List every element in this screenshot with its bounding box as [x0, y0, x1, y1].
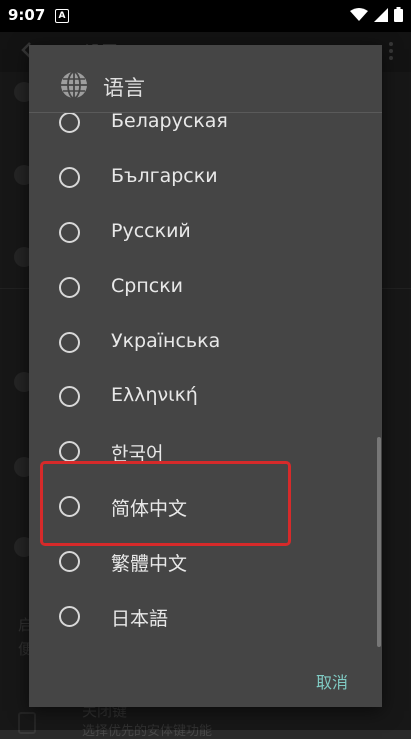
language-option[interactable]: Українська [29, 325, 382, 380]
language-option[interactable]: 繁體中文 [29, 544, 382, 599]
radio-button[interactable] [59, 167, 80, 188]
radio-button[interactable] [59, 551, 80, 572]
language-label: 日本語 [111, 608, 169, 630]
radio-button[interactable] [59, 222, 80, 243]
language-label: Български [111, 165, 218, 187]
language-option[interactable]: 日本語 [29, 599, 382, 653]
language-label: Српски [111, 275, 184, 297]
language-label: Русский [111, 220, 191, 242]
radio-button[interactable] [59, 277, 80, 298]
language-option[interactable]: Српски [29, 270, 382, 325]
dialog-title: 语言 [103, 76, 145, 100]
dialog-header: 语言 [29, 45, 382, 111]
language-label: Українська [111, 330, 221, 352]
language-label: 繁體中文 [111, 553, 188, 575]
language-dialog: 语言 Беларуская Български Русский Српски У… [29, 45, 382, 707]
cancel-button[interactable]: 取消 [316, 669, 348, 693]
notification-icon: A [55, 9, 69, 23]
language-option[interactable]: Беларуская [29, 113, 382, 160]
battery-icon [394, 7, 403, 22]
language-option[interactable]: Български [29, 160, 382, 215]
scrollbar[interactable] [377, 437, 381, 647]
language-option[interactable]: Ελληνική [29, 379, 382, 434]
status-time: 9:07 [8, 6, 46, 24]
radio-button[interactable] [59, 332, 80, 353]
language-option[interactable]: Русский [29, 215, 382, 270]
annotation-highlight-box [40, 461, 291, 546]
radio-button[interactable] [59, 113, 80, 133]
language-list[interactable]: Беларуская Български Русский Српски Укра… [29, 113, 382, 653]
globe-icon [61, 71, 87, 99]
language-label: Беларуская [111, 113, 228, 132]
cell-signal-icon [374, 7, 388, 22]
radio-button[interactable] [59, 606, 80, 627]
wifi-icon [350, 7, 368, 21]
status-icons [350, 7, 403, 22]
radio-button[interactable] [59, 441, 80, 462]
radio-button[interactable] [59, 386, 80, 407]
language-label: Ελληνική [111, 384, 198, 406]
status-bar: 9:07 A [0, 0, 411, 32]
